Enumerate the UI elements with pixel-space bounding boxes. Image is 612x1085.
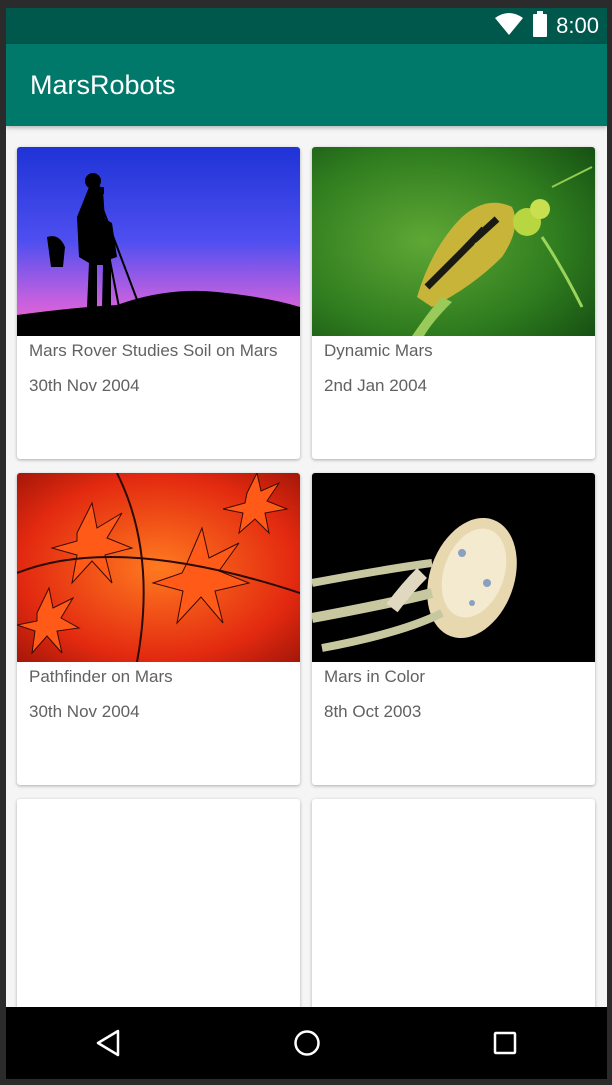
card-item[interactable]: Mars in Color 8th Oct 2003	[312, 473, 595, 785]
status-icons: 8:00	[494, 8, 599, 44]
card-title: Pathfinder on Mars	[29, 667, 173, 686]
card-grid[interactable]: Mars Rover Studies Soil on Mars 30th Nov…	[6, 126, 607, 1007]
recents-icon[interactable]	[485, 1023, 525, 1063]
wifi-icon	[494, 12, 524, 41]
status-time: 8:00	[556, 13, 599, 38]
card-title: Dynamic Mars	[324, 341, 433, 360]
card-date: 30th Nov 2004	[29, 376, 140, 395]
card-item[interactable]: Pathfinder on Mars 30th Nov 2004	[17, 473, 300, 785]
card-title: Mars in Color	[324, 667, 426, 686]
app-title: MarsRobots	[30, 70, 176, 100]
back-icon[interactable]	[88, 1023, 128, 1063]
jellyfish-image	[312, 473, 595, 662]
card-item[interactable]: Dynamic Mars 2nd Jan 2004	[312, 147, 595, 459]
status-bar: 8:00	[6, 8, 607, 44]
red-maple-leaves-image	[17, 473, 300, 662]
card-date: 2nd Jan 2004	[324, 376, 428, 395]
home-icon[interactable]	[287, 1023, 327, 1063]
card-title: Mars Rover Studies Soil on Mars	[29, 341, 278, 360]
app-bar: MarsRobots	[6, 44, 607, 126]
card-item[interactable]: Mars Rover Studies Soil on Mars 30th Nov…	[17, 147, 300, 459]
phone-screen: 8:00 MarsRobots Mars Rover Studies Soil …	[6, 8, 607, 1079]
navigation-bar	[6, 1007, 607, 1079]
card-item[interactable]	[312, 799, 595, 1007]
card-date: 8th Oct 2003	[324, 702, 422, 721]
card-date: 30th Nov 2004	[29, 702, 140, 721]
card-item[interactable]	[17, 799, 300, 1007]
caterpillar-image	[312, 147, 595, 336]
photographer-silhouette-image	[17, 147, 300, 336]
battery-icon	[532, 10, 548, 42]
